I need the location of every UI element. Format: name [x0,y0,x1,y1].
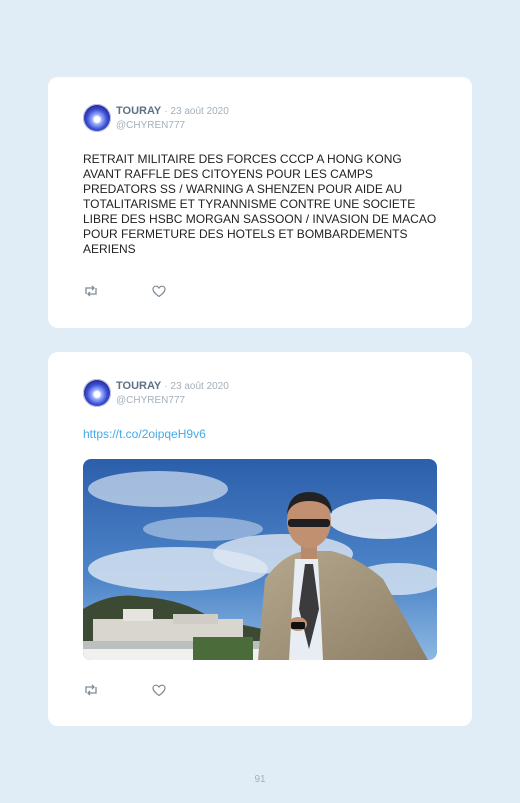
author-name[interactable]: TOURAY [116,380,161,392]
page-number: 91 [254,774,266,785]
heart-icon[interactable] [151,283,167,299]
tweet-card: TOURAY · 23 août 2020 @CHYREN777 RETRAIT… [48,77,472,328]
author-name[interactable]: TOURAY [116,105,161,117]
tweet-link[interactable]: https://t.co/2oipqeH9v6 [83,427,206,442]
tweet-photo[interactable] [83,459,437,660]
author-handle[interactable]: @CHYREN777 [116,120,185,132]
heart-icon[interactable] [151,682,167,698]
tweet-author: TOURAY · 23 août 2020 [116,380,229,393]
retweet-icon[interactable] [83,682,99,698]
avatar[interactable] [83,104,111,132]
tweet-author: TOURAY · 23 août 2020 [116,105,229,118]
tweet-date: · 23 août 2020 [164,381,229,392]
tweet-text: RETRAIT MILITAIRE DES FORCES CCCP A HONG… [83,152,437,256]
author-handle[interactable]: @CHYREN777 [116,395,185,407]
tweet-card: TOURAY · 23 août 2020 @CHYREN777 https:/… [48,352,472,726]
tweet-date: · 23 août 2020 [164,106,229,117]
retweet-icon[interactable] [83,283,99,299]
avatar[interactable] [83,379,111,407]
